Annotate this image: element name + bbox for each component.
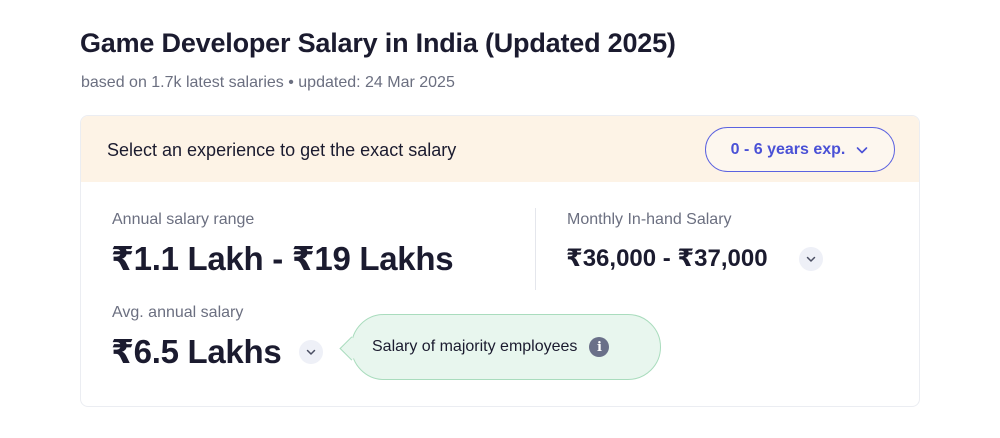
page-title: Game Developer Salary in India (Updated … — [80, 28, 676, 58]
monthly-expand-button[interactable] — [799, 247, 823, 271]
chevron-down-icon — [855, 143, 869, 157]
info-icon[interactable]: i — [589, 337, 610, 357]
experience-dropdown[interactable]: 0 - 6 years exp. — [705, 127, 895, 172]
avg-annual-label: Avg. annual salary — [112, 304, 244, 321]
salary-page: Game Developer Salary in India (Updated … — [0, 0, 1000, 438]
monthly-inhand-value: ₹36,000 - ₹37,000 — [566, 245, 768, 272]
salary-card: Select an experience to get the exact sa… — [80, 115, 920, 407]
majority-salary-tooltip: Salary of majority employees i — [351, 314, 661, 380]
chevron-down-icon — [306, 349, 316, 355]
chevron-down-icon — [806, 256, 816, 262]
avg-annual-value: ₹6.5 Lakhs — [111, 333, 282, 370]
experience-dropdown-label: 0 - 6 years exp. — [730, 140, 846, 158]
avg-expand-button[interactable] — [299, 340, 323, 364]
experience-bar: Select an experience to get the exact sa… — [81, 116, 919, 182]
annual-range-value: ₹1.1 Lakh - ₹19 Lakhs — [111, 240, 454, 277]
divider — [535, 208, 536, 290]
tooltip-text: Salary of majority employees — [372, 338, 578, 355]
annual-range-label: Annual salary range — [112, 211, 255, 228]
monthly-inhand-label: Monthly In-hand Salary — [567, 211, 732, 228]
page-subtitle: based on 1.7k latest salaries • updated:… — [81, 74, 455, 91]
experience-prompt: Select an experience to get the exact sa… — [107, 140, 457, 160]
